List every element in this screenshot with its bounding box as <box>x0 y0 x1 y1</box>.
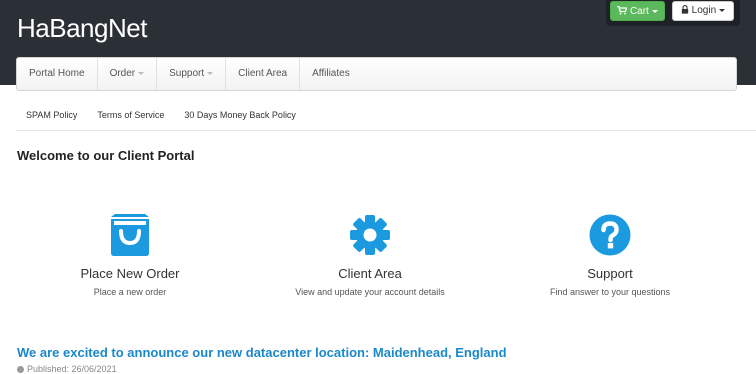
announcement-date: Published: 26/06/2021 <box>17 364 117 374</box>
chevron-down-icon <box>651 9 658 13</box>
nav-label: Client Area <box>238 68 288 79</box>
question-circle-icon <box>589 214 631 256</box>
feature-client-area[interactable]: Client Area View and update your account… <box>250 213 490 297</box>
cart-button[interactable]: Cart <box>610 1 665 21</box>
gear-icon <box>350 215 390 255</box>
nav-item-client-area[interactable]: Client Area <box>226 58 301 90</box>
feature-description: Find answer to your questions <box>549 287 671 297</box>
login-button[interactable]: Login <box>672 1 734 21</box>
feature-title: Place New Order <box>80 266 180 281</box>
nav-item-portal-home[interactable]: Portal Home <box>17 58 98 90</box>
feature-title: Support <box>587 266 633 281</box>
login-label: Login <box>691 5 717 16</box>
cart-icon <box>617 5 628 15</box>
link-money-back-policy[interactable]: 30 Days Money Back Policy <box>174 110 306 120</box>
feature-description: View and update your account details <box>295 287 445 297</box>
feature-title: Client Area <box>338 266 402 281</box>
link-terms-of-service[interactable]: Terms of Service <box>87 110 174 120</box>
published-date: Published: 26/06/2021 <box>27 364 117 374</box>
nav-label: Affiliates <box>312 68 350 79</box>
nav-label: Support <box>169 68 205 79</box>
main-navbar: Portal Home Order Support Client Area Af… <box>16 57 737 91</box>
top-actions: Cart Login <box>606 0 740 26</box>
nav-item-affiliates[interactable]: Affiliates <box>300 58 362 90</box>
clock-icon <box>17 366 24 374</box>
announcement-title[interactable]: We are excited to announce our new datac… <box>17 345 507 360</box>
feature-description: Place a new order <box>93 287 167 297</box>
chevron-down-icon <box>719 8 726 12</box>
chevron-down-icon <box>138 71 145 75</box>
divider <box>16 130 756 131</box>
nav-item-order[interactable]: Order <box>98 58 158 90</box>
chevron-down-icon <box>207 71 214 75</box>
feature-support[interactable]: Support Find answer to your questions <box>490 213 730 297</box>
nav-label: Portal Home <box>29 68 85 79</box>
lock-icon <box>681 5 689 14</box>
feature-place-order[interactable]: Place New Order Place a new order <box>10 213 250 297</box>
policy-links: SPAM Policy Terms of Service 30 Days Mon… <box>16 110 306 120</box>
cart-label: Cart <box>629 6 649 17</box>
nav-item-support[interactable]: Support <box>157 58 227 90</box>
page-title: Welcome to our Client Portal <box>17 148 195 163</box>
shopping-bag-icon <box>111 214 149 256</box>
nav-label: Order <box>109 68 136 79</box>
brand-logo[interactable]: HaBangNet <box>17 13 147 44</box>
link-spam-policy[interactable]: SPAM Policy <box>16 110 87 120</box>
